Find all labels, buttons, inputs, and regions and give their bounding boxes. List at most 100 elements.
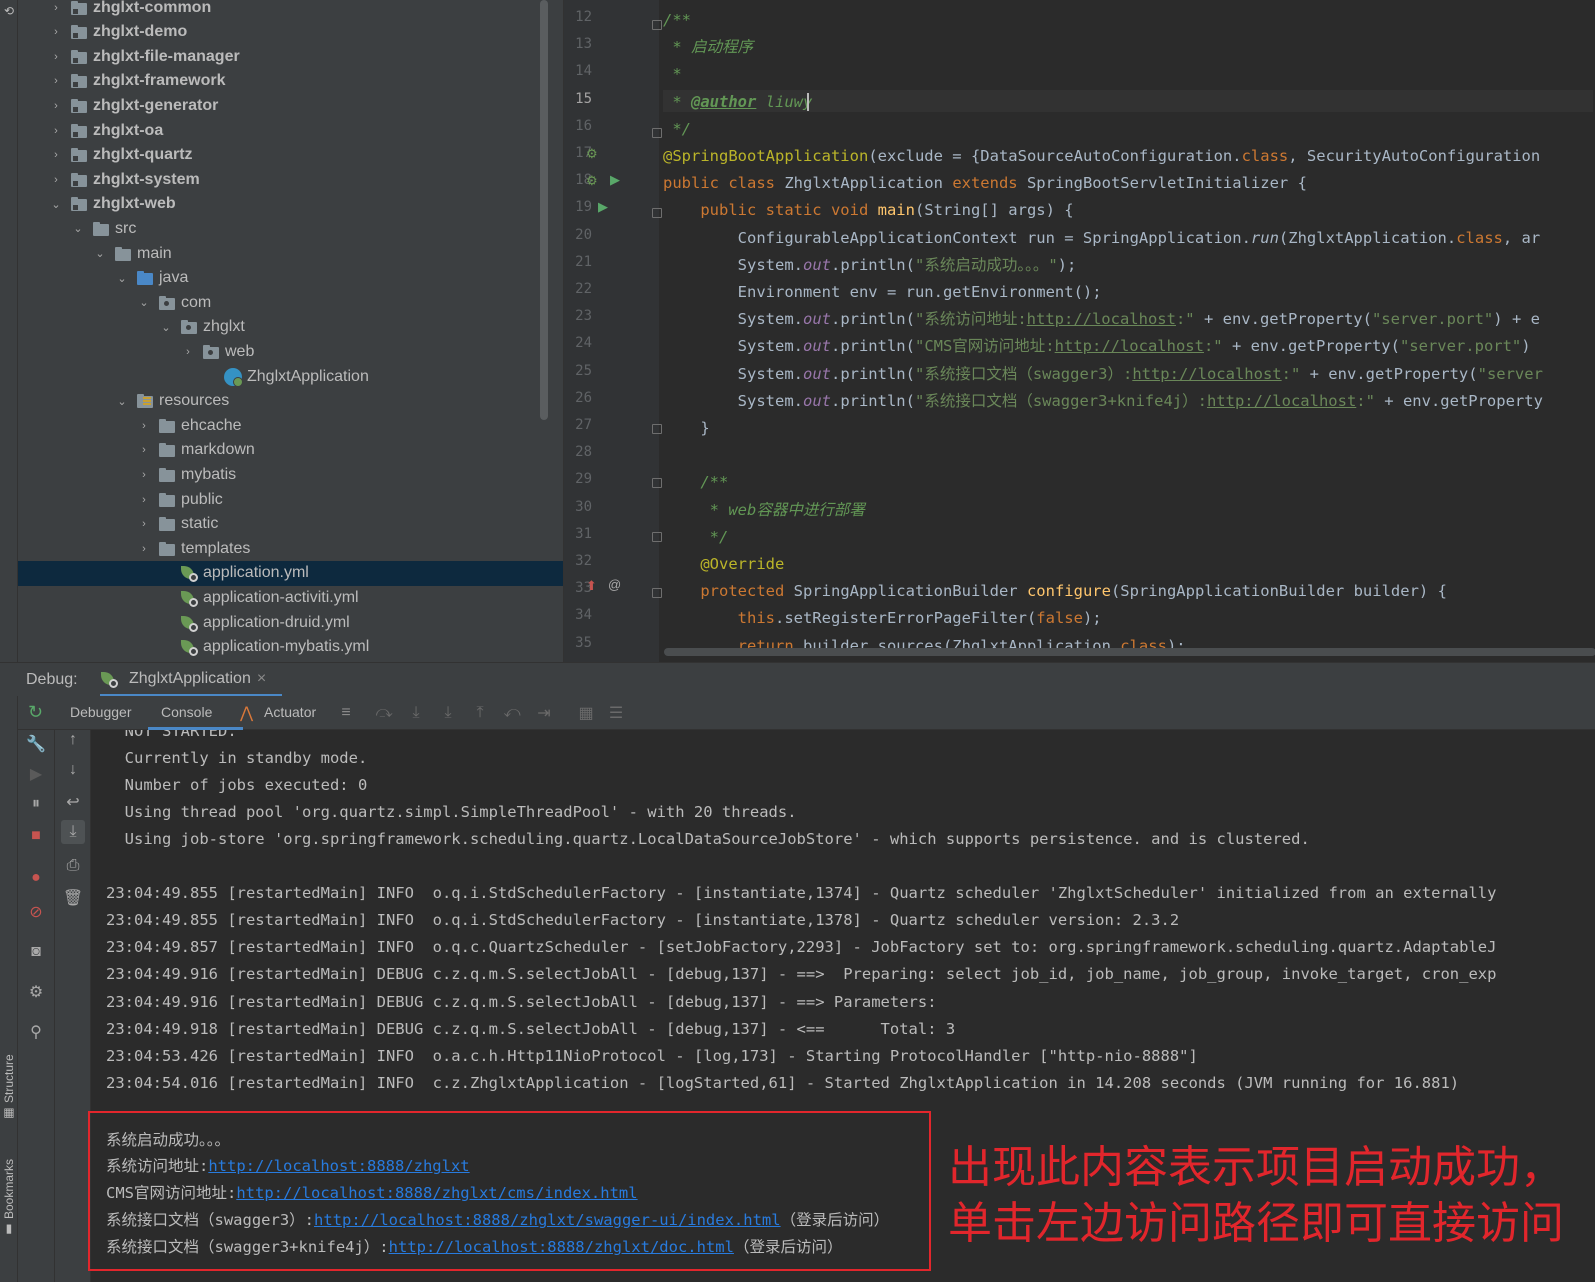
chevron-down-icon[interactable]: ⌄ <box>48 196 64 212</box>
chevron-right-icon[interactable]: › <box>136 541 152 557</box>
tree-item[interactable]: application-druid.yml <box>18 610 563 635</box>
step-over-icon[interactable]: ⤓ <box>406 703 426 723</box>
console-line: 23:04:49.916 [restartedMain] DEBUG c.z.q… <box>106 992 946 1011</box>
stop-icon[interactable]: ■ <box>26 826 46 846</box>
chevron-right-icon[interactable]: › <box>136 492 152 508</box>
fold-marker-icon[interactable] <box>652 20 662 30</box>
override-marker-icon[interactable]: ⬆ <box>586 578 597 594</box>
bookmarks-tool-tab[interactable]: ▮ Bookmarks <box>0 1148 18 1248</box>
step-into-icon[interactable]: ⤓ <box>438 703 458 723</box>
chevron-down-icon[interactable]: ⌄ <box>114 393 130 409</box>
chevron-down-icon[interactable]: ⌄ <box>92 246 108 262</box>
spring-bean-icon[interactable]: ⚙ <box>586 173 598 189</box>
chevron-down-icon[interactable]: ⌄ <box>136 295 152 311</box>
chevron-right-icon[interactable]: › <box>180 344 196 360</box>
tree-item[interactable]: application-mybatis.yml <box>18 635 563 660</box>
fold-marker-icon[interactable] <box>652 588 662 598</box>
tree-item[interactable]: › zhglxt-demo <box>18 20 563 45</box>
tree-item[interactable]: › zhglxt-common <box>18 0 563 20</box>
chevron-down-icon[interactable]: ⌄ <box>70 221 86 237</box>
tree-item[interactable]: ⌄ zhglxt <box>18 315 563 340</box>
fold-marker-icon[interactable] <box>652 208 662 218</box>
view-breakpoints-icon[interactable]: ● <box>26 868 46 888</box>
annotation-marker-icon[interactable]: @ <box>608 577 621 592</box>
close-icon[interactable]: × <box>257 670 266 688</box>
tab-console[interactable]: Console <box>148 696 243 730</box>
pin-icon[interactable]: ⚲ <box>26 1022 46 1042</box>
tree-item[interactable]: › web <box>18 339 563 364</box>
tree-item[interactable]: ⌄ zhglxt-web <box>18 192 563 217</box>
editor-horizontal-scrollbar[interactable] <box>664 648 1595 656</box>
chevron-right-icon[interactable]: › <box>136 516 152 532</box>
tree-item[interactable]: › markdown <box>18 438 563 463</box>
tree-item[interactable]: › mybatis <box>18 462 563 487</box>
chevron-right-icon[interactable]: › <box>48 49 64 65</box>
soft-wrap-icon[interactable]: ↩ <box>63 792 83 812</box>
camera-icon[interactable]: ◙ <box>26 942 46 962</box>
chevron-right-icon[interactable]: › <box>48 24 64 40</box>
tree-item[interactable]: › zhglxt-oa <box>18 118 563 143</box>
run-gutter-icon[interactable]: ▶ <box>610 172 620 188</box>
tree-item[interactable]: › zhglxt-generator <box>18 93 563 118</box>
tree-item[interactable]: › static <box>18 512 563 537</box>
run-gutter-icon[interactable]: ▶ <box>598 199 608 215</box>
rerun-icon[interactable]: ↻ <box>28 702 48 722</box>
step-out-icon[interactable]: ⤒ <box>470 703 490 723</box>
tree-item[interactable]: ZhglxtApplication <box>18 364 563 389</box>
tree-item[interactable]: › public <box>18 487 563 512</box>
fold-marker-icon[interactable] <box>652 424 662 434</box>
arrow-down-icon[interactable]: ↓ <box>63 760 83 780</box>
chevron-right-icon[interactable]: › <box>136 467 152 483</box>
chevron-right-icon[interactable]: › <box>48 73 64 89</box>
chevron-right-icon[interactable]: › <box>136 442 152 458</box>
code-token: .println( <box>830 337 915 356</box>
drop-frame-icon[interactable]: ⤺ <box>502 703 522 723</box>
code-editor[interactable]: 12 13 14 15 16 17 18 19 20 21 22 23 24 25 26 27 28 29 30 31… <box>563 0 1595 662</box>
print-icon[interactable]: ⎙ <box>63 856 83 876</box>
tab-actuator[interactable]: Actuator <box>264 704 316 720</box>
commit-icon[interactable]: ⟲ <box>2 4 16 26</box>
trace-icon[interactable]: ☰ <box>606 703 626 723</box>
tree-item[interactable]: ⌄ main <box>18 241 563 266</box>
fold-marker-icon[interactable] <box>652 532 662 542</box>
settings-icon[interactable]: ⚙ <box>26 982 46 1002</box>
tree-item[interactable]: ⌄ resources <box>18 389 563 414</box>
mute-breakpoints-icon[interactable]: ⊘ <box>26 902 46 922</box>
tree-item[interactable]: ⌄ java <box>18 266 563 291</box>
run-to-cursor-icon[interactable]: ⇥ <box>534 703 554 723</box>
tree-item[interactable]: ⌄ src <box>18 216 563 241</box>
tab-debugger[interactable]: Debugger <box>70 704 132 720</box>
tree-item[interactable]: › zhglxt-quartz <box>18 143 563 168</box>
arrow-up-icon[interactable]: ↑ <box>63 730 83 750</box>
run-config-tab[interactable]: ZhglxtApplication × <box>100 663 282 697</box>
tree-item[interactable]: ⌄ com <box>18 290 563 315</box>
chevron-right-icon[interactable]: › <box>48 147 64 163</box>
chevron-down-icon[interactable]: ⌄ <box>114 270 130 286</box>
tree-item[interactable]: › zhglxt-file-manager <box>18 44 563 69</box>
tree-item[interactable]: › zhglxt-system <box>18 167 563 192</box>
pause-icon[interactable]: ⏸ <box>26 794 46 814</box>
tree-item[interactable]: application.yml <box>18 560 563 586</box>
chevron-right-icon[interactable]: › <box>48 98 64 114</box>
resume-icon[interactable]: ▶ <box>26 764 46 784</box>
chevron-right-icon[interactable]: › <box>136 418 152 434</box>
evaluate-icon[interactable]: ▦ <box>576 703 596 723</box>
scroll-to-end-icon[interactable]: ⤓ <box>61 820 85 844</box>
chevron-right-icon[interactable]: › <box>48 172 64 188</box>
fold-marker-icon[interactable] <box>652 478 662 488</box>
trash-icon[interactable]: 🗑 <box>63 888 83 908</box>
tree-item[interactable]: › templates <box>18 536 563 561</box>
wrench-icon[interactable]: 🔧 <box>26 734 46 754</box>
tree-item[interactable]: › zhglxt-framework <box>18 69 563 94</box>
tree-item[interactable]: › ehcache <box>18 413 563 438</box>
fold-marker-icon[interactable] <box>652 128 662 138</box>
structure-tool-tab[interactable]: ▦ Structure <box>0 1045 18 1130</box>
chevron-down-icon[interactable]: ⌄ <box>158 319 174 335</box>
tree-item[interactable]: application-activiti.yml <box>18 585 563 610</box>
spring-bean-icon[interactable]: ⚙ <box>586 146 598 162</box>
chevron-right-icon[interactable]: › <box>48 0 64 16</box>
show-execution-point-icon[interactable]: ⤼ <box>374 703 394 723</box>
menu-icon[interactable]: ≡ <box>336 703 356 723</box>
project-scrollbar[interactable] <box>540 0 548 420</box>
chevron-right-icon[interactable]: › <box>48 123 64 139</box>
